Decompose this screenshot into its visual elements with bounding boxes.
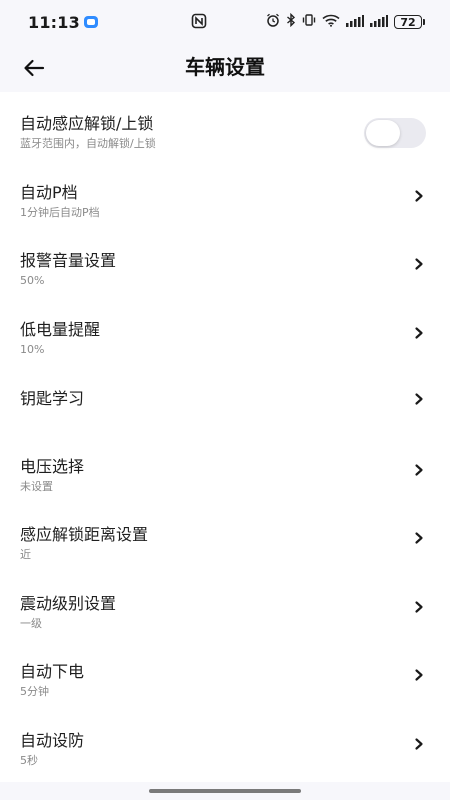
- chevron-right-icon: [415, 393, 423, 405]
- chevron-right-icon: [415, 189, 423, 202]
- chevron-right-icon: [415, 669, 423, 681]
- signal-strength-icon-2: [370, 13, 388, 31]
- top-bar: 车辆设置: [0, 44, 450, 92]
- battery-icon: 72: [394, 15, 425, 29]
- setting-title: 震动级别设置: [20, 593, 117, 613]
- setting-subtitle: 未设置: [20, 479, 53, 493]
- chevron-right-icon: [415, 326, 423, 339]
- setting-title: 自动下电: [20, 662, 85, 681]
- setting-title: 自动P档: [20, 182, 78, 202]
- setting-row-voltage-selection[interactable]: 电压选择 未设置: [0, 435, 450, 504]
- signal-strength-icon: [346, 13, 364, 31]
- setting-title: 感应解锁距离设置: [20, 525, 149, 544]
- setting-row-sense-unlock-distance[interactable]: 感应解锁距离设置 近: [0, 503, 450, 572]
- setting-subtitle: 5分钟: [20, 685, 49, 698]
- setting-title: 钥匙学习: [20, 389, 85, 408]
- setting-row-vibration-level[interactable]: 震动级别设置 一级: [0, 572, 450, 641]
- chevron-right-icon: [415, 532, 423, 544]
- chevron-right-icon: [415, 600, 423, 613]
- auto-sense-unlock-toggle[interactable]: [364, 118, 426, 148]
- toggle-knob: [366, 120, 400, 146]
- status-right: 72: [266, 12, 425, 31]
- setting-title: 自动感应解锁/上锁: [20, 114, 154, 133]
- setting-subtitle: 一级: [20, 616, 42, 630]
- chevron-right-icon: [415, 463, 423, 476]
- wifi-icon: [322, 13, 340, 31]
- setting-row-auto-arm[interactable]: 自动设防 5秒: [0, 709, 450, 778]
- setting-subtitle: 1分钟后自动P档: [20, 205, 100, 219]
- vibrate-icon: [302, 13, 316, 31]
- setting-subtitle: 近: [20, 548, 31, 561]
- setting-row-auto-sense-unlock: 自动感应解锁/上锁 蓝牙范围内，自动解锁/上锁: [0, 92, 450, 161]
- setting-row-auto-park[interactable]: 自动P档 1分钟后自动P档: [0, 161, 450, 230]
- setting-title: 报警音量设置: [20, 251, 117, 270]
- setting-subtitle: 蓝牙范围内，自动解锁/上锁: [20, 137, 156, 150]
- settings-list: 自动感应解锁/上锁 蓝牙范围内，自动解锁/上锁 自动P档 1分钟后自动P档 报警…: [0, 92, 450, 782]
- status-time: 11:13: [28, 12, 80, 32]
- setting-row-key-learning[interactable]: 钥匙学习: [0, 366, 450, 435]
- message-notification-icon: [83, 16, 98, 28]
- setting-title: 低电量提醒: [20, 319, 101, 339]
- setting-row-low-battery-reminder[interactable]: 低电量提醒 10%: [0, 298, 450, 367]
- nfc-icon: [190, 12, 208, 30]
- setting-subtitle: 5秒: [20, 753, 38, 767]
- page-title: 车辆设置: [185, 55, 265, 79]
- alarm-clock-icon: [266, 13, 280, 31]
- status-bar: 11:13 72: [0, 0, 450, 44]
- home-indicator[interactable]: [149, 789, 301, 793]
- setting-row-auto-power-off[interactable]: 自动下电 5分钟: [0, 640, 450, 709]
- status-left: 11:13: [28, 13, 98, 32]
- setting-subtitle: 10%: [20, 342, 45, 356]
- chevron-right-icon: [415, 258, 423, 270]
- bluetooth-icon: [286, 12, 296, 31]
- chevron-right-icon: [415, 737, 423, 750]
- setting-row-alarm-volume[interactable]: 报警音量设置 50%: [0, 229, 450, 298]
- setting-title: 自动设防: [20, 730, 85, 750]
- setting-subtitle: 50%: [20, 274, 45, 287]
- setting-title: 电压选择: [20, 456, 85, 476]
